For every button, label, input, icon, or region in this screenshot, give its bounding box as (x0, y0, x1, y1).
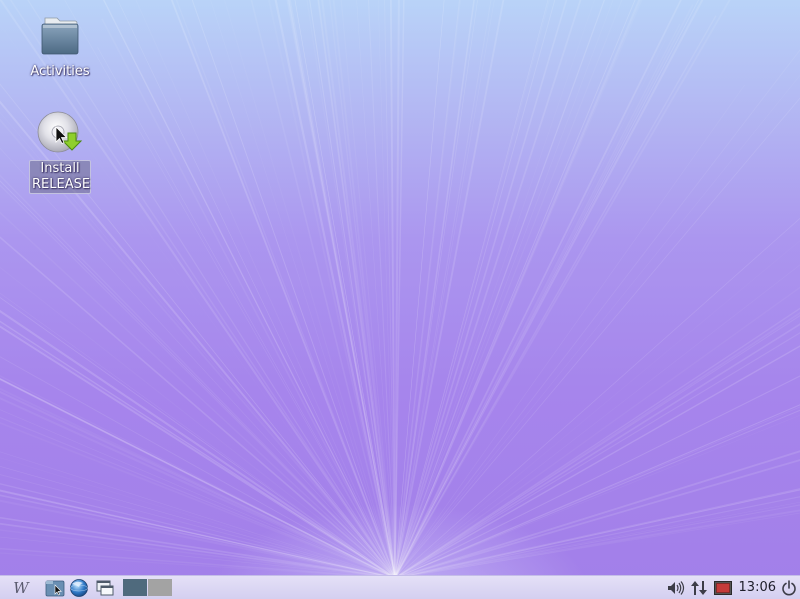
show-desktop-icon (96, 580, 114, 596)
wallpaper-ray (395, 0, 731, 575)
desktop-icon-activities[interactable]: Activities (28, 14, 92, 80)
wallpaper-ray (396, 84, 745, 575)
web-browser-launcher[interactable] (68, 578, 90, 598)
applications-menu-button[interactable]: W (10, 578, 32, 598)
desktop-icon-label: Install RELEASE (29, 160, 91, 194)
desktop-icon-label: Activities (30, 64, 90, 79)
whisker-menu-icon: W (13, 579, 29, 597)
workspace-2-button[interactable] (148, 579, 172, 596)
wallpaper-rays (0, 0, 800, 575)
desktop-icon-install-release[interactable]: Install RELEASE (28, 110, 92, 194)
wallpaper-ray (394, 0, 475, 575)
power-icon (782, 580, 796, 596)
wallpaper-ray (406, 489, 800, 575)
wallpaper-ray (398, 315, 800, 575)
desktop[interactable]: Activities Install RELEASE W 13:06 (0, 0, 800, 599)
web-browser-icon (70, 579, 88, 597)
wallpaper-ray (395, 0, 495, 575)
network-icon (691, 581, 707, 595)
wallpaper-ray (97, 47, 394, 575)
wallpaper-ray (395, 0, 623, 575)
wallpaper-ray (396, 0, 699, 575)
wallpaper-ray (396, 49, 800, 575)
clock[interactable]: 13:06 (739, 579, 776, 597)
install-disc-icon (37, 111, 83, 153)
wallpaper-ray (397, 217, 800, 575)
volume-button[interactable] (665, 578, 687, 598)
power-button[interactable] (779, 578, 799, 598)
volume-icon (668, 581, 685, 595)
red-indicator-icon (714, 581, 732, 595)
show-desktop-button[interactable] (94, 578, 116, 598)
network-button[interactable] (688, 578, 710, 598)
file-manager-icon (45, 580, 65, 597)
folder-icon (41, 17, 79, 55)
tray-indicator-button[interactable] (712, 578, 734, 598)
file-manager-launcher[interactable] (44, 578, 66, 598)
wallpaper-ray (356, 0, 396, 575)
workspace-1-button[interactable] (123, 579, 147, 596)
bottom-panel: W 13:06 (0, 575, 800, 599)
wallpaper-ray (395, 15, 717, 575)
wallpaper-ray (395, 0, 704, 575)
